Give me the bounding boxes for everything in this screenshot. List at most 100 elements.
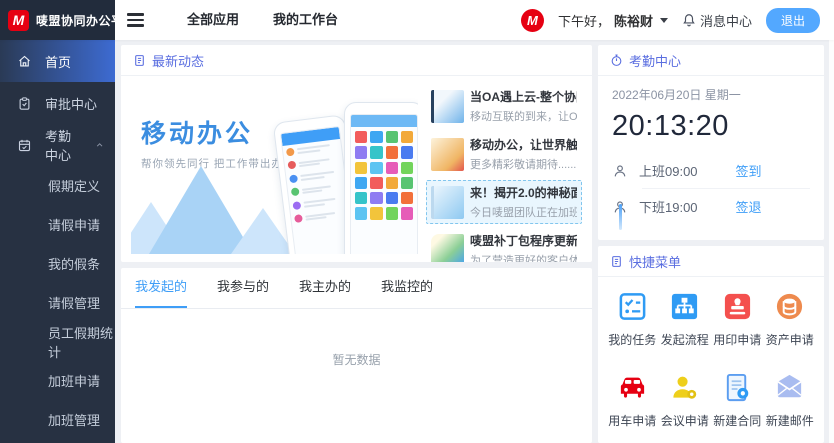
tab-hosted-by-me[interactable]: 我主办的 — [299, 268, 351, 308]
clock-in-label: 上班09:00 — [639, 161, 698, 180]
asset-icon — [774, 291, 805, 322]
stopwatch-icon — [610, 54, 623, 67]
logout-button[interactable]: 退出 — [766, 8, 820, 33]
sidebar: 首页 审批中心 考勤中心 假期定义 请假申请 我的假条 请假管理 员工假期统计 … — [0, 40, 115, 443]
process-tasks-panel: 我发起的 我参与的 我主办的 我监控的 暂无数据 — [121, 268, 592, 443]
panel-title: 考勤中心 — [629, 51, 681, 70]
document-icon — [610, 255, 623, 268]
clock-out-label: 下班19:00 — [639, 197, 698, 216]
panel-title: 最新动态 — [152, 51, 204, 70]
sidebar-item-label: 审批中心 — [45, 94, 97, 113]
timeline-connector — [619, 204, 622, 230]
bell-icon — [682, 13, 696, 27]
latest-news-header: 最新动态 — [121, 45, 592, 76]
news-thumbnail — [431, 234, 464, 263]
clock-in-row: 上班09:00 签到 — [612, 153, 810, 188]
quick-meeting-request[interactable]: 会议申请 — [659, 372, 712, 429]
quick-new-contract[interactable]: 新建合同 — [711, 372, 764, 429]
news-title: 当OA遇上云-整个协同OA — [470, 88, 577, 105]
quick-asset-request[interactable]: 资产申请 — [764, 291, 817, 348]
brand-title: 唛盟协同办公平台 — [36, 12, 136, 29]
sidebar-subitem-my-leave-slips[interactable]: 我的假条 — [0, 244, 115, 283]
meeting-icon — [669, 372, 700, 403]
clock-out-row: 下班19:00 签退 — [612, 189, 810, 224]
flow-icon — [669, 291, 700, 322]
news-item[interactable]: 唛盟补丁包程序更新 为了营造更好的客户体验，唛 — [426, 228, 582, 262]
sidebar-subitem-employee-holiday-stats[interactable]: 员工假期统计 — [0, 322, 115, 361]
attendance-date: 2022年06月20日 星期一 — [612, 86, 810, 103]
quick-new-mail[interactable]: 新建邮件 — [764, 372, 817, 429]
news-title: 来！揭开2.0的神秘面纱- — [470, 184, 577, 201]
panel-title: 快捷菜单 — [629, 252, 681, 271]
tab-initiated-by-me[interactable]: 我发起的 — [135, 268, 187, 308]
quick-my-tasks[interactable]: 我的任务 — [606, 291, 659, 348]
news-thumbnail — [431, 186, 464, 219]
news-title: 唛盟补丁包程序更新 — [470, 232, 577, 249]
contract-icon — [722, 372, 753, 403]
quick-menu-panel: 快捷菜单 我的任务 发起流程 用印申请 资产申请 — [598, 246, 824, 443]
chevron-down-icon — [660, 18, 668, 23]
stamp-icon — [722, 291, 753, 322]
quick-seal-request[interactable]: 用印申请 — [711, 291, 764, 348]
sidebar-item-approval-center[interactable]: 审批中心 — [0, 82, 115, 124]
hamburger-menu-icon[interactable] — [127, 0, 157, 40]
car-icon — [617, 372, 648, 403]
top-bar: M 唛盟协同办公平台 全部应用 我的工作台 M 下午好，陈裕财 消息中心 退出 — [0, 0, 834, 40]
topbar-right: M 下午好，陈裕财 消息中心 退出 — [521, 8, 834, 33]
calendar-icon — [17, 138, 32, 153]
promo-banner: 移动办公 帮你领先同行 把工作带出办公室 — [131, 84, 418, 254]
attendance-panel: 考勤中心 2022年06月20日 星期一 20:13:20 上班09:00 签到… — [598, 45, 824, 240]
clipboard-icon — [17, 96, 32, 111]
sidebar-subitem-overtime-request[interactable]: 加班申请 — [0, 361, 115, 400]
sidebar-item-home[interactable]: 首页 — [0, 40, 115, 82]
brand-logo-icon: M — [8, 10, 29, 31]
attendance-header: 考勤中心 — [598, 45, 824, 76]
attendance-body: 2022年06月20日 星期一 20:13:20 上班09:00 签到 下班19… — [598, 76, 824, 234]
banner-headline: 移动办公 — [141, 114, 253, 150]
sidebar-subitem-leave-request[interactable]: 请假申请 — [0, 205, 115, 244]
nav-all-apps[interactable]: 全部应用 — [187, 0, 239, 40]
quick-menu-header: 快捷菜单 — [598, 246, 824, 277]
document-icon — [133, 54, 146, 67]
nav-my-workbench[interactable]: 我的工作台 — [273, 0, 338, 40]
quick-menu-grid: 我的任务 发起流程 用印申请 资产申请 用车申请 — [598, 277, 824, 443]
user-avatar[interactable]: M — [521, 9, 544, 32]
news-list: 当OA遇上云-整个协同OA 移动互联的到来，让OA与云 移动办公，让世界触手可 … — [426, 84, 582, 254]
news-thumbnail — [431, 90, 464, 123]
news-desc: 为了营造更好的客户体验，唛 — [470, 252, 577, 262]
user-menu[interactable]: 下午好，陈裕财 — [558, 11, 668, 30]
news-desc: 今日唛盟团队正在加班加点， — [470, 204, 577, 220]
message-center-button[interactable]: 消息中心 — [682, 11, 752, 30]
latest-news-panel: 最新动态 移动办公 帮你领先同行 把工作带出办公室 — [121, 45, 592, 262]
tasks-icon — [617, 291, 648, 322]
mail-icon — [774, 372, 805, 403]
news-desc: 更多精彩敬请期待........ — [470, 156, 577, 172]
message-center-label: 消息中心 — [700, 11, 752, 30]
news-title: 移动办公，让世界触手可 — [470, 136, 577, 153]
top-navigation: 全部应用 我的工作台 — [187, 0, 338, 40]
sidebar-subitem-holiday-definition[interactable]: 假期定义 — [0, 166, 115, 205]
news-desc: 移动互联的到来，让OA与云 — [470, 108, 577, 124]
news-item[interactable]: 移动办公，让世界触手可 更多精彩敬请期待........ — [426, 132, 582, 176]
sidebar-item-label: 考勤中心 — [45, 126, 83, 164]
tab-participated-by-me[interactable]: 我参与的 — [217, 268, 269, 308]
sidebar-subitem-overtime-management[interactable]: 加班管理 — [0, 400, 115, 439]
clock-in-link[interactable]: 签到 — [736, 161, 762, 180]
main-content: 最新动态 移动办公 帮你领先同行 把工作带出办公室 — [115, 40, 834, 443]
person-icon — [612, 163, 628, 179]
username: 陈裕财 — [614, 11, 653, 30]
scrollbar-track[interactable] — [829, 40, 834, 443]
phone-mockup-appgrid — [344, 102, 418, 254]
sidebar-subitem-leave-management[interactable]: 请假管理 — [0, 283, 115, 322]
news-item-selected[interactable]: 来！揭开2.0的神秘面纱- 今日唛盟团队正在加班加点， — [426, 180, 582, 224]
tab-monitored-by-me[interactable]: 我监控的 — [381, 268, 433, 308]
sidebar-item-attendance-center[interactable]: 考勤中心 — [0, 124, 115, 166]
quick-start-process[interactable]: 发起流程 — [659, 291, 712, 348]
clock-out-link[interactable]: 签退 — [736, 197, 762, 216]
quick-vehicle-request[interactable]: 用车申请 — [606, 372, 659, 429]
greeting-text: 下午好， — [558, 11, 610, 30]
chevron-up-icon — [96, 141, 103, 149]
news-item[interactable]: 当OA遇上云-整个协同OA 移动互联的到来，让OA与云 — [426, 84, 582, 128]
news-thumbnail — [431, 138, 464, 171]
sidebar-item-label: 首页 — [45, 52, 71, 71]
